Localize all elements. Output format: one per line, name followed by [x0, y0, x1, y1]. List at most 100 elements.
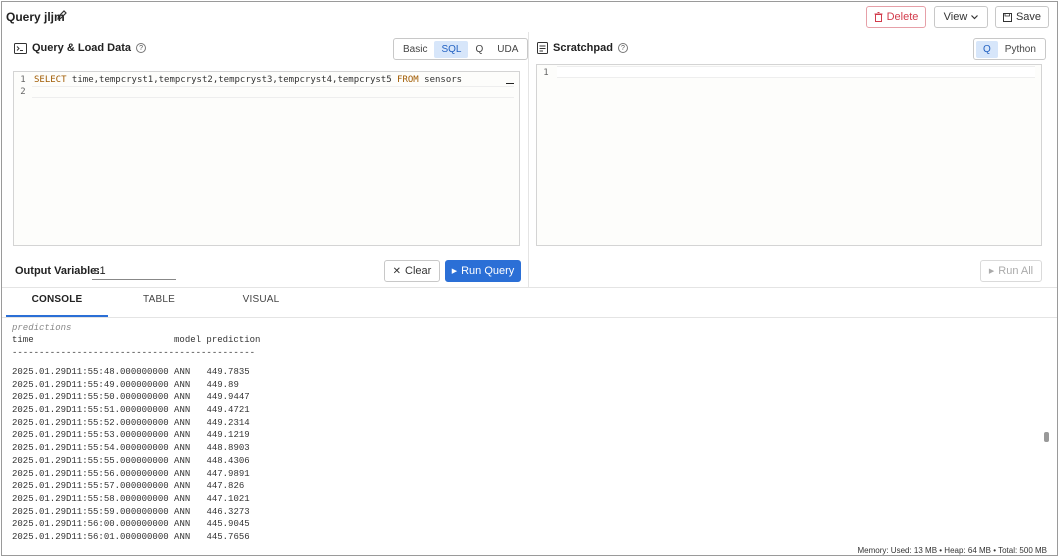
- row-model: ANN: [174, 493, 191, 504]
- delete-label: Delete: [886, 11, 919, 23]
- row-model: ANN: [174, 519, 191, 530]
- tab-visual[interactable]: VISUAL: [210, 294, 312, 317]
- floppy-disk-icon: [1002, 12, 1012, 22]
- lang-q[interactable]: Q: [976, 40, 998, 58]
- row-model: ANN: [174, 443, 191, 454]
- console-row: 2025.01.29D11:55:57.000000000 ANN 447.82…: [12, 480, 260, 493]
- run-all-button[interactable]: ▶ Run All: [980, 260, 1042, 282]
- sql-text: time,tempcryst1,tempcryst2,tempcryst3,te…: [66, 75, 398, 85]
- scratchpad-editor[interactable]: 1: [536, 64, 1042, 246]
- edit-pencil-icon[interactable]: [56, 9, 68, 21]
- sql-text: sensors: [418, 75, 463, 85]
- save-button[interactable]: Save: [995, 6, 1049, 28]
- chevron-down-icon: [971, 14, 979, 19]
- row-time: 2025.01.29D11:55:53.000000000: [12, 430, 169, 441]
- clear-button[interactable]: ✕ Clear: [384, 260, 440, 282]
- delete-button[interactable]: Delete: [866, 6, 926, 28]
- mode-basic[interactable]: Basic: [396, 41, 434, 58]
- row-time: 2025.01.29D11:55:56.000000000: [12, 468, 169, 479]
- row-time: 2025.01.29D11:55:59.000000000: [12, 506, 169, 517]
- console-row: 2025.01.29D11:55:52.000000000 ANN 449.23…: [12, 417, 260, 430]
- notepad-icon: [537, 42, 548, 54]
- row-prediction: 447.1021: [206, 493, 250, 504]
- row-time: 2025.01.29D11:55:52.000000000: [12, 417, 169, 428]
- console-row: 2025.01.29D11:55:56.000000000 ANN 447.98…: [12, 468, 260, 481]
- row-model: ANN: [174, 455, 191, 466]
- row-prediction: 449.2314: [206, 417, 250, 428]
- mode-uda[interactable]: UDA: [490, 41, 525, 58]
- tabs-underline: [2, 317, 1057, 318]
- run-query-button[interactable]: ▶ Run Query: [445, 260, 521, 282]
- query-window: Query jljm Delete View Save Query & Load…: [1, 1, 1058, 556]
- row-time: 2025.01.29D11:55:58.000000000: [12, 493, 169, 504]
- row-model: ANN: [174, 481, 191, 492]
- console-row: 2025.01.29D11:55:51.000000000 ANN 449.47…: [12, 404, 260, 417]
- view-label: View: [943, 11, 968, 23]
- row-model: ANN: [174, 506, 191, 517]
- sql-keyword: SELECT: [34, 75, 67, 85]
- line-number: 2: [20, 87, 26, 97]
- line-number: 1: [20, 75, 26, 85]
- play-icon: ▶: [988, 268, 995, 275]
- row-time: 2025.01.29D11:56:00.000000000: [12, 519, 169, 530]
- console-row: 2025.01.29D11:55:48.000000000 ANN 449.78…: [12, 366, 260, 379]
- close-icon: ✕: [392, 265, 402, 277]
- tab-table[interactable]: TABLE: [108, 294, 210, 317]
- row-time: 2025.01.29D11:55:48.000000000: [12, 367, 169, 377]
- row-prediction: 449.7835: [206, 367, 250, 377]
- row-model: ANN: [174, 405, 191, 416]
- memory-status: Memory: Used: 13 MB • Heap: 64 MB • Tota…: [857, 546, 1047, 555]
- row-prediction: 449.1219: [206, 430, 250, 441]
- section-divider: [2, 287, 1057, 288]
- query-panel-title: Query & Load Data ?: [14, 42, 147, 54]
- mode-q[interactable]: Q: [468, 41, 490, 58]
- row-model: ANN: [174, 531, 191, 542]
- run-all-label: Run All: [998, 265, 1034, 277]
- row-time: 2025.01.29D11:55:51.000000000: [12, 405, 169, 416]
- help-icon[interactable]: ?: [617, 43, 628, 53]
- row-prediction: 448.4306: [206, 455, 250, 466]
- help-icon[interactable]: ?: [136, 43, 147, 53]
- row-time: 2025.01.29D11:56:01.000000000: [12, 531, 169, 542]
- panel-divider: [528, 32, 529, 287]
- console-header: time model prediction: [12, 335, 261, 345]
- row-prediction: 449.9447: [206, 392, 250, 403]
- run-query-label: Run Query: [461, 265, 515, 277]
- query-editor[interactable]: 1 SELECT time,tempcryst1,tempcryst2,temp…: [13, 71, 520, 246]
- play-icon: ▶: [451, 268, 458, 275]
- editor-active-line: [557, 66, 1035, 78]
- row-prediction: 449.4721: [206, 405, 250, 416]
- row-model: ANN: [174, 468, 191, 479]
- console-output: predictions time model prediction ------…: [12, 322, 260, 544]
- console-row: 2025.01.29D11:55:59.000000000 ANN 446.32…: [12, 506, 260, 519]
- console-scrollbar[interactable]: [1044, 432, 1049, 442]
- console-row: 2025.01.29D11:56:00.000000000 ANN 445.90…: [12, 518, 260, 531]
- console-row: 2025.01.29D11:55:58.000000000 ANN 447.10…: [12, 493, 260, 506]
- row-prediction: 449.89: [206, 379, 239, 390]
- console-row: 2025.01.29D11:55:50.000000000 ANN 449.94…: [12, 391, 260, 404]
- row-prediction: 445.7656: [206, 531, 250, 542]
- editor-scroll-marker: [506, 83, 514, 84]
- console-row: 2025.01.29D11:56:01.000000000 ANN 445.76…: [12, 531, 260, 544]
- output-variable-input[interactable]: [92, 262, 176, 280]
- header-bar: Query jljm Delete View Save: [2, 2, 1057, 32]
- console-row: 2025.01.29D11:55:54.000000000 ANN 448.89…: [12, 442, 260, 455]
- editor-line: 2: [14, 86, 519, 98]
- row-prediction: 445.9045: [206, 519, 250, 530]
- editor-line: 1 SELECT time,tempcryst1,tempcryst2,temp…: [14, 74, 519, 86]
- row-prediction: 448.8903: [206, 443, 250, 454]
- row-prediction: 446.3273: [206, 506, 250, 517]
- lang-python[interactable]: Python: [998, 41, 1043, 58]
- mode-sql[interactable]: SQL: [434, 40, 469, 58]
- row-prediction: 447.826: [206, 481, 245, 492]
- console-separator: ----------------------------------------…: [12, 348, 256, 358]
- row-model: ANN: [174, 367, 191, 377]
- tab-console[interactable]: CONSOLE: [6, 294, 108, 317]
- row-model: ANN: [174, 430, 191, 441]
- row-time: 2025.01.29D11:55:49.000000000: [12, 379, 169, 390]
- query-panel-label: Query & Load Data: [32, 42, 132, 54]
- console-rows: 2025.01.29D11:55:48.000000000 ANN 449.78…: [12, 366, 260, 544]
- console-variable-label: predictions: [12, 323, 72, 333]
- query-mode-selector: Basic SQL Q UDA: [393, 38, 529, 60]
- view-dropdown-button[interactable]: View: [934, 6, 988, 28]
